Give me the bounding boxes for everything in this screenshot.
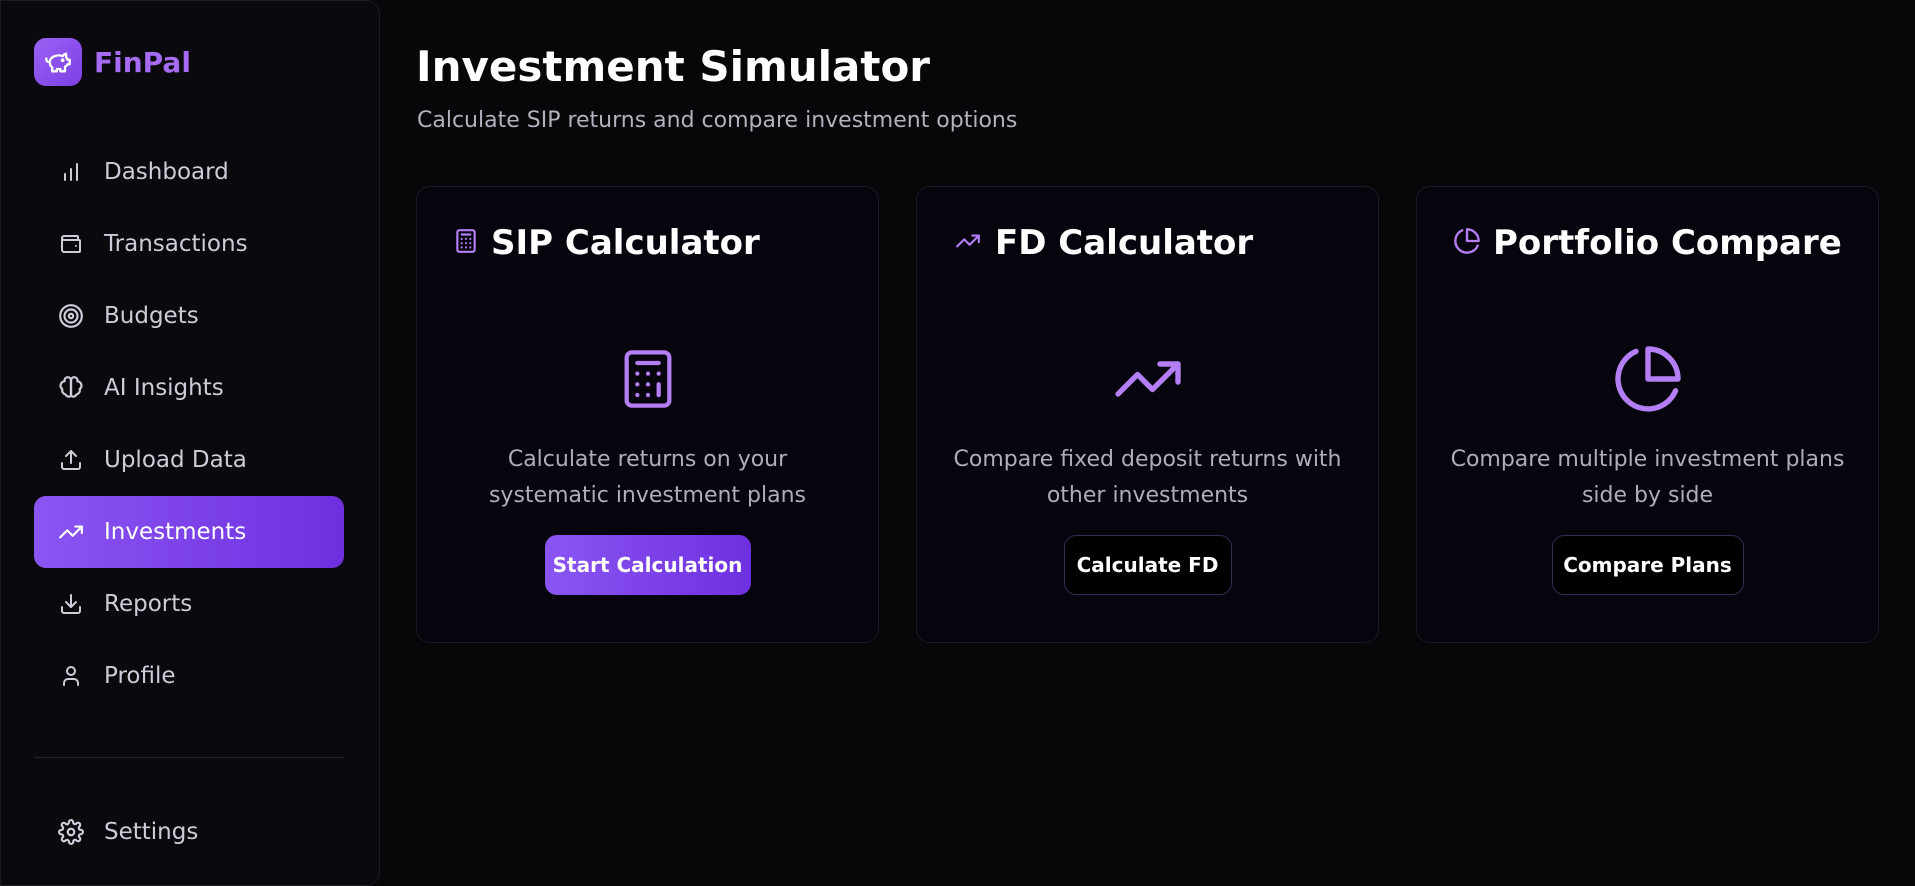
trending-up-icon: [953, 228, 983, 258]
start-calculation-button[interactable]: Start Calculation: [544, 535, 751, 595]
card-header: SIP Calculator: [453, 223, 760, 263]
sidebar-item-ai-insights[interactable]: AI Insights: [34, 352, 344, 424]
sidebar-item-label: Budgets: [104, 303, 199, 329]
card-description: Calculate returns on your systematic inv…: [488, 447, 807, 508]
page-title: Investment Simulator: [416, 42, 931, 91]
card-title: Portfolio Compare: [1493, 223, 1842, 263]
card-header: Portfolio Compare: [1453, 223, 1842, 263]
app-root: FinPal Dashboard Transactions Budgets AI…: [0, 0, 1915, 886]
sidebar-nav: Dashboard Transactions Budgets AI Insigh…: [34, 136, 344, 712]
target-icon: [58, 303, 84, 329]
calculate-fd-button[interactable]: Calculate FD: [1063, 535, 1232, 595]
trending-up-icon: [917, 343, 1378, 415]
pie-chart-icon: [1453, 227, 1481, 259]
sidebar-item-label: AI Insights: [104, 375, 224, 401]
sidebar-item-transactions[interactable]: Transactions: [34, 208, 344, 280]
portfolio-compare-card: Portfolio Compare Compare multiple inves…: [1416, 186, 1879, 643]
sidebar-item-label: Investments: [104, 519, 247, 545]
brand[interactable]: FinPal: [34, 38, 191, 86]
sidebar-item-upload-data[interactable]: Upload Data: [34, 424, 344, 496]
main-content: Investment Simulator Calculate SIP retur…: [380, 0, 1915, 886]
sidebar-item-label: Dashboard: [104, 159, 229, 185]
page-subtitle: Calculate SIP returns and compare invest…: [417, 108, 1018, 133]
sidebar-item-reports[interactable]: Reports: [34, 568, 344, 640]
calculator-cards: SIP Calculator Calculate returns on your…: [416, 186, 1879, 643]
card-header: FD Calculator: [953, 223, 1253, 263]
sidebar-item-label: Upload Data: [104, 447, 247, 473]
card-description: Compare fixed deposit returns with other…: [953, 447, 1342, 508]
sidebar-divider: [34, 757, 344, 758]
upload-icon: [58, 447, 84, 473]
sidebar-item-budgets[interactable]: Budgets: [34, 280, 344, 352]
sidebar-item-label: Reports: [104, 591, 193, 617]
piggy-bank-icon: [34, 38, 82, 86]
sidebar-item-label: Profile: [104, 663, 176, 689]
pie-chart-icon: [1417, 343, 1878, 415]
sidebar-item-label: Transactions: [104, 231, 248, 257]
settings-section: Settings: [34, 796, 344, 868]
card-description: Compare multiple investment plans side b…: [1450, 447, 1845, 508]
gear-icon: [58, 819, 84, 845]
calculator-icon: [453, 226, 479, 260]
card-title: FD Calculator: [995, 223, 1254, 263]
sidebar-item-settings[interactable]: Settings: [34, 796, 344, 868]
sidebar-item-profile[interactable]: Profile: [34, 640, 344, 712]
compare-plans-button[interactable]: Compare Plans: [1551, 535, 1744, 595]
sidebar-item-dashboard[interactable]: Dashboard: [34, 136, 344, 208]
sidebar-item-label: Settings: [104, 819, 199, 845]
download-icon: [58, 591, 84, 617]
fd-calculator-card: FD Calculator Compare fixed deposit retu…: [916, 186, 1379, 643]
wallet-icon: [58, 231, 84, 257]
sidebar: FinPal Dashboard Transactions Budgets AI…: [0, 0, 380, 886]
sip-calculator-card: SIP Calculator Calculate returns on your…: [416, 186, 879, 643]
brain-icon: [58, 375, 84, 401]
calculator-icon: [417, 343, 878, 415]
card-title: SIP Calculator: [491, 223, 760, 263]
brand-name: FinPal: [94, 45, 191, 79]
bar-chart-icon: [58, 159, 84, 185]
sidebar-item-investments[interactable]: Investments: [34, 496, 344, 568]
user-icon: [58, 663, 84, 689]
trending-up-icon: [58, 519, 84, 545]
